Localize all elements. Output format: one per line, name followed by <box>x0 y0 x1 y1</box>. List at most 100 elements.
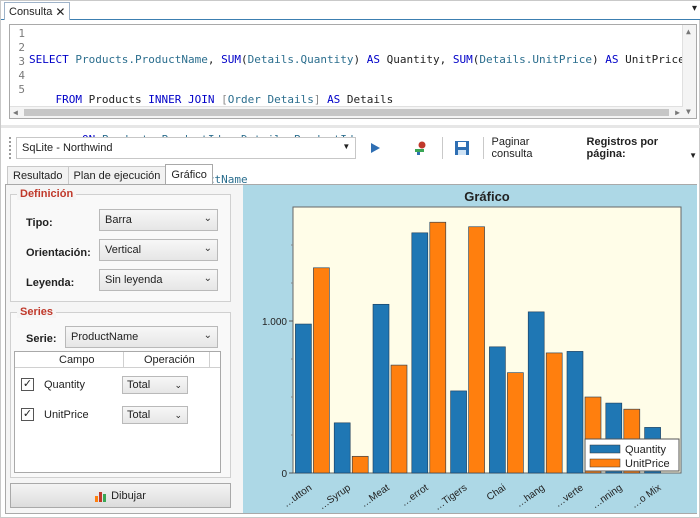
quantity-bar <box>566 351 584 474</box>
app-window: Consulta ✕ ▾ 1 2 3 4 5 SELECT Products.P… <box>0 0 700 518</box>
type-select-value: Barra <box>105 214 132 226</box>
line-numbers: 1 2 3 4 5 <box>10 27 25 97</box>
unitprice-checkbox[interactable]: ✓ <box>21 408 34 421</box>
legend-swatch <box>589 458 621 468</box>
grid-header: Campo Operación <box>15 352 220 368</box>
scroll-left-icon[interactable]: ◀ <box>13 108 18 117</box>
orientation-label: Orientación: <box>26 247 91 259</box>
result-tabs: Resultado Plan de ejecución Gráfico <box>7 164 213 185</box>
scroll-right-icon[interactable]: ▶ <box>675 108 680 117</box>
tab-menu-icon[interactable]: ▾ <box>692 3 697 14</box>
definition-title: Definición <box>17 188 77 200</box>
tab-grafico[interactable]: Gráfico <box>165 164 213 184</box>
x-tick-label: …Syrup <box>317 482 353 512</box>
chevron-down-icon: ⌄ <box>203 213 212 224</box>
chart-tab-content: Definición Tipo: Barra ⌄ Orientación: Ve… <box>5 184 697 514</box>
close-icon[interactable]: ✕ <box>55 6 65 18</box>
x-tick-label: …o Mix <box>629 482 663 510</box>
unitprice-bar <box>429 221 447 474</box>
unitprice-operation-select[interactable]: Total ⌄ <box>122 406 188 424</box>
bar-chart-icon <box>95 491 107 502</box>
table-row: ✓ UnitPrice Total ⌄ <box>15 401 220 429</box>
quantity-operation-select[interactable]: Total ⌄ <box>122 376 188 394</box>
toolbar-separator <box>441 137 443 159</box>
operation-value: Total <box>127 409 151 421</box>
save-icon <box>454 141 469 155</box>
chart-title: Gráfico <box>464 189 510 204</box>
line-number: 3 <box>18 55 25 68</box>
quantity-bar <box>295 323 312 474</box>
x-tick-label: Chai <box>485 482 508 503</box>
definition-group: Definición Tipo: Barra ⌄ Orientación: Ve… <box>10 188 231 302</box>
unitprice-bar <box>468 226 485 474</box>
pane-splitter[interactable] <box>1 125 700 128</box>
orientation-select[interactable]: Vertical ⌄ <box>99 239 218 261</box>
editor-vertical-scrollbar[interactable]: ▲ ▼ <box>682 25 696 118</box>
save-button[interactable] <box>451 137 473 159</box>
sql-editor[interactable]: 1 2 3 4 5 SELECT Products.ProductName, S… <box>9 24 697 226</box>
draw-button-label: Dibujar <box>111 489 146 502</box>
x-tick-label: …hang <box>514 482 547 510</box>
quantity-bar <box>333 422 351 474</box>
unitprice-bar <box>313 267 330 474</box>
chevron-down-icon: ⌄ <box>203 273 212 284</box>
legend-label: Quantity <box>625 444 666 456</box>
chevron-down-icon: ⌄ <box>203 330 212 341</box>
chevron-down-icon: ⌄ <box>174 410 182 420</box>
y-tick-label: 1.000 <box>262 317 287 328</box>
line-number: 2 <box>18 41 25 54</box>
code-line: SELECT Products.ProductName, SUM(Details… <box>29 53 685 66</box>
chevron-down-icon: ⌄ <box>174 380 182 390</box>
tab-plan-ejecucion[interactable]: Plan de ejecución <box>67 166 167 184</box>
x-tick-label: …utton <box>281 482 314 510</box>
field-name: UnitPrice <box>44 409 89 421</box>
dropdown-arrow-icon: ▼ <box>342 142 351 151</box>
records-per-page-label: Registros por página: <box>586 136 659 160</box>
draw-button[interactable]: Dibujar <box>10 483 231 508</box>
serie-select-value: ProductName <box>71 331 139 343</box>
table-row: ✓ Quantity Total ⌄ <box>15 371 220 399</box>
quantity-checkbox[interactable]: ✓ <box>21 378 34 391</box>
code-line: FROM Products INNER JOIN [Order Details]… <box>55 93 394 106</box>
x-tick-label: …verte <box>553 482 586 510</box>
serie-label: Serie: <box>26 333 57 345</box>
connection-select-value: SqLite - Northwind <box>21 142 113 154</box>
column-campo[interactable]: Campo <box>59 354 94 366</box>
x-tick-label: …Meat <box>359 482 392 510</box>
scrollbar-thumb[interactable] <box>24 109 669 116</box>
toolbar-grip[interactable] <box>9 137 12 159</box>
tab-consulta-label: Consulta <box>9 5 53 18</box>
query-toolbar: SqLite - Northwind ▼ Paginar consulta Re… <box>9 133 699 163</box>
toolbar-overflow-icon[interactable]: ▼ <box>689 151 697 160</box>
editor-horizontal-scrollbar[interactable]: ◀ ▶ <box>10 106 683 118</box>
scroll-up-icon[interactable]: ▲ <box>686 27 691 36</box>
tab-consulta[interactable]: Consulta ✕ <box>4 2 71 20</box>
plot-area <box>292 206 682 474</box>
type-label: Tipo: <box>26 217 53 229</box>
chevron-down-icon: ⌄ <box>203 243 212 254</box>
tab-resultado[interactable]: Resultado <box>7 166 69 184</box>
x-tick-label: …Tigers <box>432 482 469 512</box>
serie-select[interactable]: ProductName ⌄ <box>65 326 218 348</box>
quantity-bar <box>450 390 467 474</box>
legend-select[interactable]: Sin leyenda ⌄ <box>99 269 218 291</box>
paginate-query-label[interactable]: Paginar consulta <box>491 136 572 160</box>
toolbar-separator <box>482 137 484 159</box>
connection-select[interactable]: SqLite - Northwind ▼ <box>15 137 357 159</box>
scroll-down-icon[interactable]: ▼ <box>686 107 691 116</box>
quantity-bar <box>372 303 390 474</box>
execution-plan-button[interactable] <box>410 137 432 159</box>
column-operacion[interactable]: Operación <box>144 354 195 366</box>
quantity-bar <box>527 311 545 474</box>
unitprice-bar <box>545 352 563 474</box>
series-fields-grid: Campo Operación ✓ Quantity Total ⌄ ✓ Uni… <box>14 351 221 473</box>
quantity-bar <box>411 232 429 474</box>
line-number: 5 <box>18 83 25 96</box>
legend-swatch <box>589 444 621 454</box>
legend-label: UnitPrice <box>625 458 670 470</box>
column-divider <box>209 352 210 368</box>
unitprice-bar <box>351 455 369 474</box>
y-tick-label: 0 <box>281 469 287 480</box>
type-select[interactable]: Barra ⌄ <box>99 209 218 231</box>
execute-button[interactable] <box>364 137 386 159</box>
